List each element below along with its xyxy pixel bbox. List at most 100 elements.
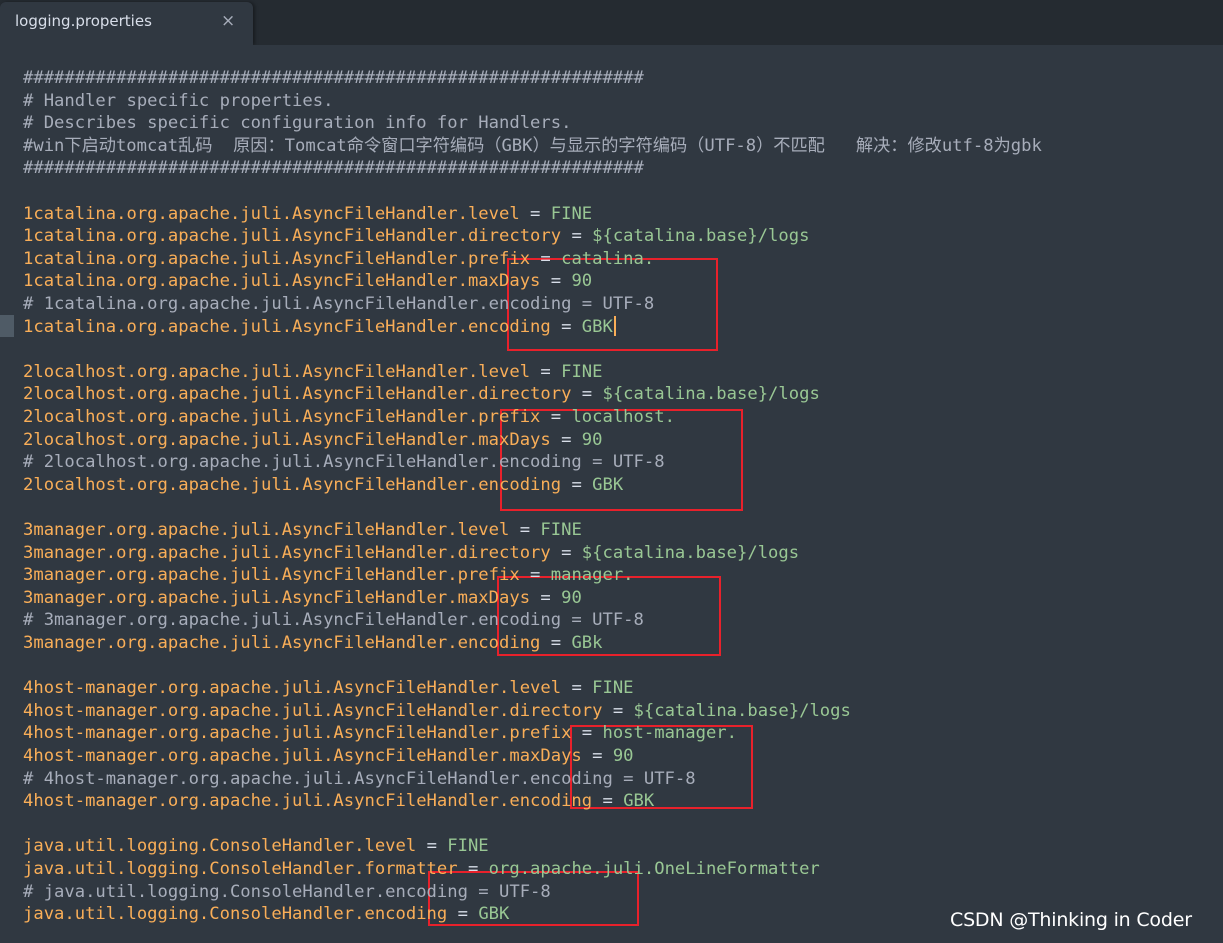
property-key: 3manager.org.apache.juli.AsyncFileHandle… bbox=[23, 565, 520, 586]
comment-line: ########################################… bbox=[23, 67, 644, 90]
property-value: 90 bbox=[612, 746, 634, 766]
comment-line: # 3manager.org.apache.juli.AsyncFileHand… bbox=[23, 609, 644, 632]
property-key: 4host-manager.org.apache.juli.AsyncFileH… bbox=[23, 678, 562, 699]
equals-operator: = bbox=[550, 316, 582, 337]
property-key: java.util.logging.ConsoleHandler.encodin… bbox=[23, 904, 448, 925]
equals-operator: = bbox=[530, 248, 562, 269]
tab-title: logging.properties bbox=[15, 12, 152, 30]
comment-text: # Describes specific configuration info … bbox=[23, 113, 572, 134]
equals-operator: = bbox=[561, 678, 593, 699]
property-value: 90 bbox=[561, 587, 582, 608]
equals-operator: = bbox=[530, 361, 562, 382]
property-line: 2localhost.org.apache.juli.AsyncFileHand… bbox=[23, 383, 820, 406]
property-line: 3manager.org.apache.juli.AsyncFileHandle… bbox=[23, 632, 602, 655]
property-line: 1catalina.org.apache.juli.AsyncFileHandl… bbox=[23, 315, 616, 339]
property-value: FINE bbox=[561, 361, 603, 382]
property-line: 4host-manager.org.apache.juli.AsyncFileH… bbox=[23, 677, 634, 700]
property-key: 3manager.org.apache.juli.AsyncFileHandle… bbox=[23, 520, 510, 540]
property-line: 2localhost.org.apache.juli.AsyncFileHand… bbox=[23, 406, 675, 429]
property-line: 2localhost.org.apache.juli.AsyncFileHand… bbox=[23, 429, 603, 452]
property-value: localhost. bbox=[571, 407, 675, 427]
property-line: java.util.logging.ConsoleHandler.level =… bbox=[23, 835, 489, 858]
property-value: ${catalina.base}/logs bbox=[602, 384, 820, 405]
property-line: 4host-manager.org.apache.juli.AsyncFileH… bbox=[23, 700, 851, 723]
property-line: java.util.logging.ConsoleHandler.formatt… bbox=[23, 858, 820, 881]
property-key: 1catalina.org.apache.juli.AsyncFileHandl… bbox=[23, 271, 541, 292]
property-line: 4host-manager.org.apache.juli.AsyncFileH… bbox=[23, 722, 737, 745]
property-key: 2localhost.org.apache.juli.AsyncFileHand… bbox=[23, 429, 551, 450]
comment-text: # 1catalina.org.apache.juli.AsyncFileHan… bbox=[23, 294, 655, 314]
comment-line: # Handler specific properties. bbox=[23, 90, 333, 113]
property-key: 2localhost.org.apache.juli.AsyncFileHand… bbox=[23, 361, 531, 382]
property-value: ${catalina.base}/logs bbox=[633, 700, 851, 721]
equals-operator: = bbox=[602, 700, 634, 721]
equals-operator: = bbox=[540, 271, 572, 292]
equals-operator: = bbox=[540, 633, 572, 653]
property-line: 1catalina.org.apache.juli.AsyncFileHandl… bbox=[23, 270, 592, 293]
property-key: 4host-manager.org.apache.juli.AsyncFileH… bbox=[23, 700, 603, 721]
property-line: 1catalina.org.apache.juli.AsyncFileHandl… bbox=[23, 248, 654, 271]
property-key: 3manager.org.apache.juli.AsyncFileHandle… bbox=[23, 633, 541, 653]
property-line: 3manager.org.apache.juli.AsyncFileHandle… bbox=[23, 542, 799, 565]
property-value: catalina. bbox=[561, 248, 655, 269]
current-line-gutter-marker bbox=[0, 315, 14, 337]
property-key: 2localhost.org.apache.juli.AsyncFileHand… bbox=[23, 474, 562, 495]
equals-operator: = bbox=[571, 384, 603, 405]
equals-operator: = bbox=[509, 520, 541, 540]
comment-line: # 2localhost.org.apache.juli.AsyncFileHa… bbox=[23, 451, 665, 474]
comment-text: # 4host-manager.org.apache.juli.AsyncFil… bbox=[23, 768, 696, 789]
property-line: 2localhost.org.apache.juli.AsyncFileHand… bbox=[23, 361, 603, 384]
property-line: 2localhost.org.apache.juli.AsyncFileHand… bbox=[23, 474, 623, 497]
property-key: 1catalina.org.apache.juli.AsyncFileHandl… bbox=[23, 203, 520, 224]
comment-text: # 3manager.org.apache.juli.AsyncFileHand… bbox=[23, 610, 644, 631]
comment-line: ########################################… bbox=[23, 157, 644, 180]
property-key: 3manager.org.apache.juli.AsyncFileHandle… bbox=[23, 587, 531, 608]
property-key: 4host-manager.org.apache.juli.AsyncFileH… bbox=[23, 723, 572, 744]
property-key: 1catalina.org.apache.juli.AsyncFileHandl… bbox=[23, 226, 562, 247]
comment-line: # 4host-manager.org.apache.juli.AsyncFil… bbox=[23, 768, 696, 791]
comment-line: # java.util.logging.ConsoleHandler.encod… bbox=[23, 881, 551, 904]
property-value: FINE bbox=[592, 678, 634, 699]
comment-text: ########################################… bbox=[23, 158, 644, 179]
equals-operator: = bbox=[561, 226, 593, 247]
property-key: 1catalina.org.apache.juli.AsyncFileHandl… bbox=[23, 316, 551, 337]
property-value: FINE bbox=[447, 836, 489, 857]
property-value: FINE bbox=[540, 520, 582, 540]
property-key: java.util.logging.ConsoleHandler.formatt… bbox=[23, 859, 458, 879]
property-value: GBK bbox=[592, 474, 624, 495]
equals-operator: = bbox=[550, 429, 582, 450]
property-value: GBK bbox=[478, 904, 510, 925]
property-line: 4host-manager.org.apache.juli.AsyncFileH… bbox=[23, 790, 654, 813]
equals-operator: = bbox=[561, 474, 593, 495]
property-key: 2localhost.org.apache.juli.AsyncFileHand… bbox=[23, 407, 541, 427]
text-cursor bbox=[613, 315, 616, 336]
property-key: 4host-manager.org.apache.juli.AsyncFileH… bbox=[23, 746, 582, 766]
tab-logging-properties[interactable]: logging.properties × bbox=[0, 2, 253, 45]
equals-operator: = bbox=[581, 746, 613, 766]
equals-operator: = bbox=[530, 587, 562, 608]
property-value: GBK bbox=[581, 316, 613, 337]
comment-line: # Describes specific configuration info … bbox=[23, 112, 571, 135]
property-value: 90 bbox=[571, 271, 593, 292]
close-icon[interactable]: × bbox=[221, 11, 235, 31]
comment-text: # Handler specific properties. bbox=[23, 90, 334, 111]
property-key: java.util.logging.ConsoleHandler.level bbox=[23, 836, 417, 857]
property-line: 1catalina.org.apache.juli.AsyncFileHandl… bbox=[23, 225, 809, 248]
watermark: CSDN @Thinking in Coder bbox=[950, 909, 1192, 931]
property-key: 3manager.org.apache.juli.AsyncFileHandle… bbox=[23, 542, 551, 563]
property-value: 90 bbox=[581, 429, 603, 450]
comment-line: # 1catalina.org.apache.juli.AsyncFileHan… bbox=[23, 293, 654, 316]
property-value: FINE bbox=[550, 203, 593, 224]
equals-operator: = bbox=[571, 723, 603, 744]
property-value: org.apache.juli.OneLineFormatter bbox=[488, 859, 820, 879]
property-line: 3manager.org.apache.juli.AsyncFileHandle… bbox=[23, 519, 582, 542]
property-value: ${catalina.base}/logs bbox=[592, 226, 810, 247]
property-value: ${catalina.base}/logs bbox=[581, 542, 800, 563]
editor-window: logging.properties × ###################… bbox=[0, 0, 1223, 943]
property-line: 3manager.org.apache.juli.AsyncFileHandle… bbox=[23, 564, 634, 587]
equals-operator: = bbox=[416, 836, 448, 857]
code-editor[interactable]: ########################################… bbox=[0, 45, 1223, 943]
equals-operator: = bbox=[457, 859, 489, 879]
property-key: 1catalina.org.apache.juli.AsyncFileHandl… bbox=[23, 248, 531, 269]
property-value: host-manager. bbox=[602, 723, 738, 744]
